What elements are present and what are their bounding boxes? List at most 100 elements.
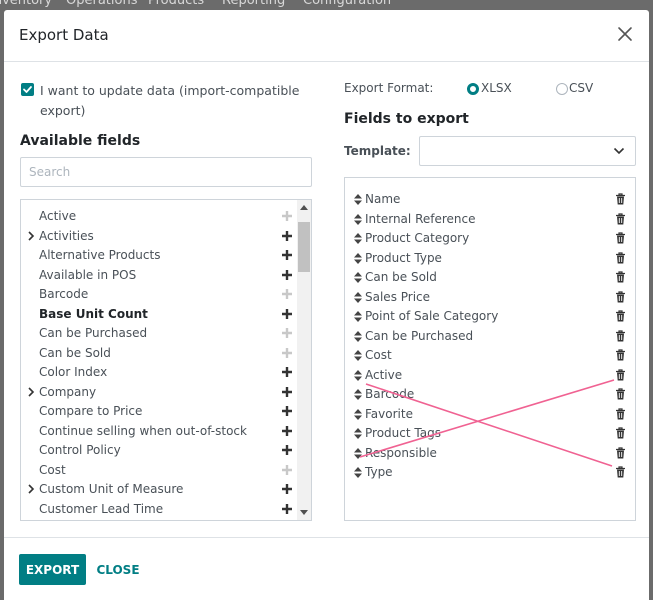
search-input[interactable]	[20, 157, 312, 187]
export-field-item[interactable]: Active	[345, 366, 635, 386]
xlsx-radio-label[interactable]: XLSX	[481, 81, 512, 95]
trash-icon[interactable]	[615, 251, 626, 267]
export-field-item[interactable]: Barcode	[345, 385, 635, 405]
plus-icon[interactable]	[281, 327, 293, 342]
scroll-thumb[interactable]	[298, 222, 310, 272]
available-field-item[interactable]: Cost	[21, 461, 297, 481]
available-field-item[interactable]: Alternative Products	[21, 246, 297, 266]
csv-radio-label[interactable]: CSV	[569, 81, 593, 95]
export-field-item[interactable]: Sales Price	[345, 288, 635, 308]
plus-icon[interactable]	[281, 366, 293, 381]
plus-icon[interactable]	[281, 386, 293, 401]
bg-menu-item: Inventory	[0, 0, 53, 8]
available-field-item[interactable]: Barcode	[21, 285, 297, 305]
plus-icon[interactable]	[281, 483, 293, 498]
trash-icon[interactable]	[615, 193, 626, 208]
export-field-item[interactable]: Product Type	[345, 249, 635, 269]
plus-icon[interactable]	[281, 210, 293, 225]
close-button[interactable]: CLOSE	[92, 554, 144, 585]
drag-sort-icon[interactable]	[354, 252, 362, 267]
export-field-label: Can be Purchased	[365, 328, 474, 343]
drag-sort-icon[interactable]	[354, 408, 362, 423]
plus-icon[interactable]	[281, 288, 293, 303]
drag-sort-icon[interactable]	[354, 213, 362, 228]
available-field-item[interactable]: Company	[21, 383, 297, 403]
drag-sort-icon[interactable]	[354, 428, 362, 442]
export-button[interactable]: EXPORT	[19, 554, 86, 585]
drag-sort-icon[interactable]	[354, 272, 362, 286]
available-field-item[interactable]: Customer Lead Time	[21, 500, 297, 520]
drag-sort-icon[interactable]	[354, 291, 362, 306]
available-field-item[interactable]: Can be Purchased	[21, 324, 297, 344]
plus-icon[interactable]	[281, 308, 293, 323]
available-field-item[interactable]: Customer Taxes	[21, 519, 297, 520]
export-field-item[interactable]: Type	[345, 463, 635, 483]
export-field-label: Product Category	[365, 231, 470, 245]
export-field-item[interactable]: Product Category	[345, 229, 635, 249]
trash-icon[interactable]	[615, 310, 626, 325]
export-field-item[interactable]: Name	[345, 190, 635, 210]
available-field-item[interactable]: Color Index	[21, 363, 297, 383]
available-field-item[interactable]: Active	[21, 207, 297, 227]
export-field-item[interactable]: Responsible	[345, 444, 635, 464]
drag-sort-icon[interactable]	[354, 369, 362, 384]
chevron-right-icon[interactable]	[27, 386, 35, 401]
close-icon[interactable]	[613, 22, 637, 46]
plus-icon[interactable]	[281, 269, 293, 284]
plus-icon[interactable]	[281, 249, 293, 264]
plus-icon[interactable]	[281, 347, 293, 362]
export-field-item[interactable]: Cost	[345, 346, 635, 366]
export-field-item[interactable]: Can be Sold	[345, 268, 635, 288]
drag-sort-icon[interactable]	[354, 311, 362, 325]
drag-sort-icon[interactable]	[354, 467, 362, 481]
available-field-item[interactable]: Base Unit Count	[21, 305, 297, 325]
xlsx-radio[interactable]	[467, 83, 479, 95]
trash-icon[interactable]	[615, 427, 626, 442]
trash-icon[interactable]	[615, 446, 626, 462]
trash-icon[interactable]	[615, 232, 626, 247]
drag-sort-icon[interactable]	[354, 389, 362, 403]
available-field-item[interactable]: Available in POS	[21, 266, 297, 286]
plus-icon[interactable]	[281, 230, 293, 245]
available-field-item[interactable]: Control Policy	[21, 441, 297, 461]
plus-icon[interactable]	[281, 425, 293, 440]
chevron-right-icon[interactable]	[27, 230, 35, 245]
available-field-item[interactable]: Can be Sold	[21, 344, 297, 364]
scrollbar[interactable]	[297, 200, 311, 520]
export-field-item[interactable]: Product Tags	[345, 424, 635, 444]
export-field-item[interactable]: Favorite	[345, 405, 635, 425]
plus-icon[interactable]	[281, 405, 293, 420]
trash-icon[interactable]	[615, 271, 626, 286]
available-field-item[interactable]: Activities	[21, 227, 297, 247]
plus-icon[interactable]	[281, 444, 293, 459]
drag-sort-icon[interactable]	[354, 233, 362, 247]
scroll-up-arrow-icon[interactable]	[300, 205, 308, 210]
available-field-label: Barcode	[39, 287, 89, 301]
plus-icon[interactable]	[281, 464, 293, 479]
trash-icon[interactable]	[615, 368, 626, 384]
drag-sort-icon[interactable]	[354, 194, 362, 208]
csv-radio[interactable]	[556, 83, 568, 95]
trash-icon[interactable]	[615, 290, 626, 306]
drag-sort-icon[interactable]	[354, 350, 362, 364]
chevron-right-icon[interactable]	[27, 483, 35, 498]
drag-sort-icon[interactable]	[354, 330, 362, 345]
export-field-item[interactable]: Internal Reference	[345, 210, 635, 230]
trash-icon[interactable]	[615, 329, 626, 345]
available-field-item[interactable]: Continue selling when out-of-stock	[21, 422, 297, 442]
import-compatible-checkbox[interactable]	[21, 83, 34, 96]
trash-icon[interactable]	[615, 466, 626, 481]
available-field-item[interactable]: Custom Unit of Measure	[21, 480, 297, 500]
trash-icon[interactable]	[615, 212, 626, 228]
available-field-item[interactable]: Compare to Price	[21, 402, 297, 422]
plus-icon[interactable]	[281, 503, 293, 518]
drag-sort-icon[interactable]	[354, 447, 362, 462]
trash-icon[interactable]	[615, 349, 626, 364]
export-field-item[interactable]: Can be Purchased	[345, 327, 635, 347]
fields-to-export-title: Fields to export	[344, 111, 469, 127]
trash-icon[interactable]	[615, 388, 626, 403]
scroll-down-arrow-icon[interactable]	[300, 510, 308, 515]
template-select[interactable]	[419, 136, 636, 166]
trash-icon[interactable]	[615, 407, 626, 423]
export-field-item[interactable]: Point of Sale Category	[345, 307, 635, 327]
